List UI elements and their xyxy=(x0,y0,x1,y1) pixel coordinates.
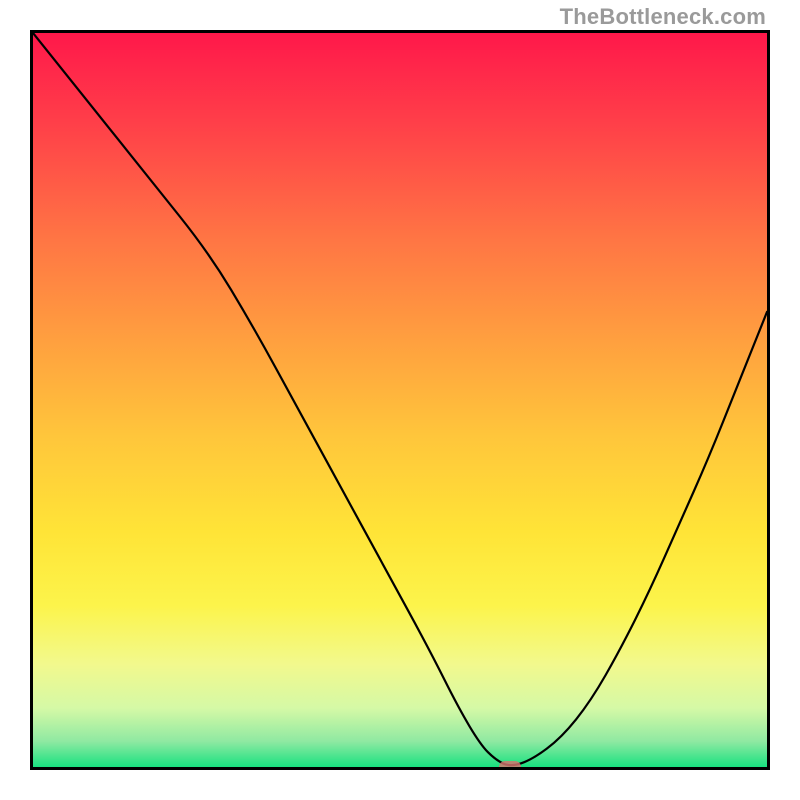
plot-area xyxy=(30,30,770,770)
bottleneck-curve xyxy=(33,33,767,765)
chart-container: TheBottleneck.com xyxy=(0,0,800,800)
optimal-marker xyxy=(499,761,521,770)
watermark-text: TheBottleneck.com xyxy=(560,4,766,30)
curve-layer xyxy=(33,33,767,767)
